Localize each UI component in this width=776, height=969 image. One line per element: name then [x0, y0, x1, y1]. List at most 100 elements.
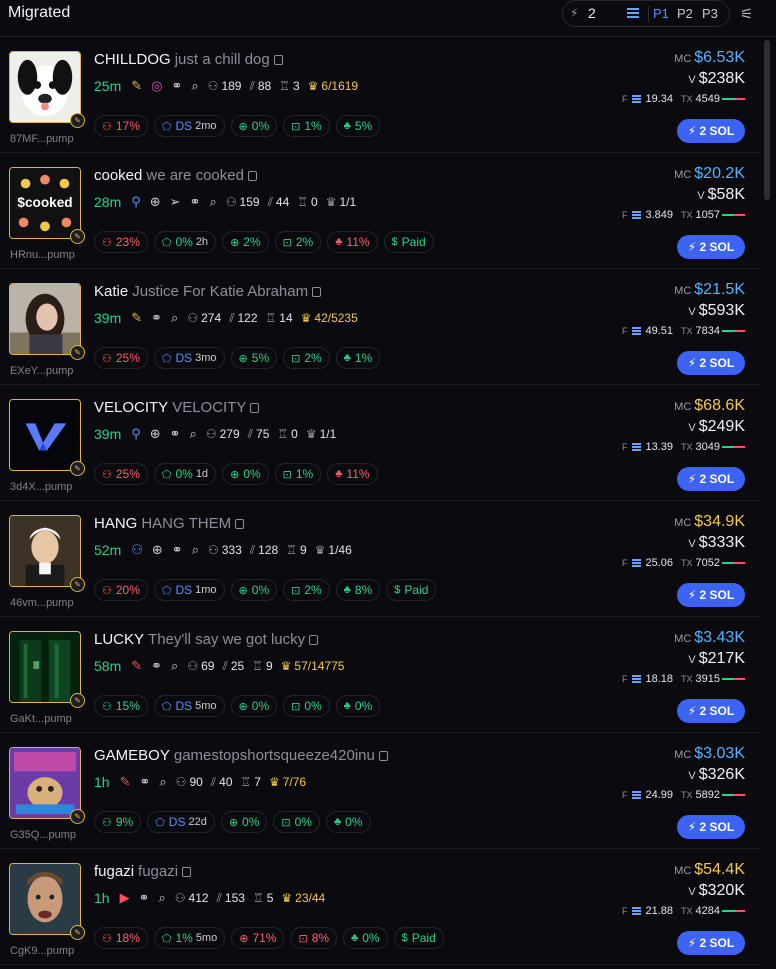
preset-p1-button[interactable]: P1: [653, 6, 669, 21]
feather-icon[interactable]: ✎: [131, 309, 142, 327]
bundle-pill[interactable]: ♣ 8%: [335, 579, 381, 601]
copy-icon[interactable]: [235, 519, 245, 529]
dev-pill[interactable]: ⬠ DS 1mo: [153, 579, 225, 601]
token-address[interactable]: 46vm...pump: [10, 597, 74, 609]
preset-p2-button[interactable]: P2: [677, 6, 693, 21]
quick-buy-button[interactable]: ⚡ 2 SOL: [677, 815, 745, 839]
token-row[interactable]: ✎ 3d4X...pump VELOCITY VELOCITY 39m ⚲ ⊕ ⚭ ⌕ …: [0, 385, 760, 501]
quick-buy-button[interactable]: ⚡ 2 SOL: [677, 235, 745, 259]
token-row[interactable]: ✎ G35Q...pump GAMEBOY gamestopshortsqueez…: [0, 733, 760, 849]
search-icon[interactable]: ⌕: [159, 773, 166, 791]
quick-buy-settings[interactable]: ⚡ 2 P1 P2 P3: [562, 0, 730, 27]
insider-pill[interactable]: ⊡ 1%: [274, 463, 322, 485]
dev-pill[interactable]: ⬠ DS 5mo: [153, 695, 225, 717]
top10-pill[interactable]: ⚇ 23%: [94, 231, 148, 253]
copy-icon[interactable]: [378, 751, 388, 761]
copy-icon[interactable]: [250, 403, 260, 413]
preset-p3-button[interactable]: P3: [702, 6, 718, 21]
insider-pill[interactable]: ⊡ 8%: [290, 927, 338, 949]
bundle-pill[interactable]: ♣ 0%: [335, 695, 381, 717]
token-row[interactable]: ✎ CgK9...pump fugazi fugazi 1h ▶ ⚭ ⌕ ⚇ 412 ⫽…: [0, 849, 760, 965]
token-avatar[interactable]: [9, 631, 81, 703]
dev-pill[interactable]: ⬠ DS 3mo: [153, 347, 225, 369]
filter-settings-icon[interactable]: ⚟: [740, 5, 753, 23]
bundle-pill[interactable]: ♣ 0%: [343, 927, 388, 949]
token-row[interactable]: ✎ EXeY...pump Katie Justice For Katie Abr…: [0, 269, 760, 385]
token-avatar[interactable]: [9, 863, 81, 935]
copy-icon[interactable]: [182, 867, 192, 877]
top10-pill[interactable]: ⚇ 25%: [94, 347, 148, 369]
token-avatar[interactable]: [9, 515, 81, 587]
feather-red-icon[interactable]: ✎: [120, 773, 131, 791]
token-ticker[interactable]: HANG: [94, 515, 137, 532]
token-address[interactable]: 87MF...pump: [10, 133, 74, 145]
token-avatar[interactable]: [9, 747, 81, 819]
link-icon[interactable]: ⚭: [172, 541, 183, 559]
token-address[interactable]: CgK9...pump: [10, 945, 74, 957]
link-icon[interactable]: ⚭: [190, 193, 201, 211]
sniper-pill[interactable]: ⊕ 2%: [222, 231, 269, 253]
quick-buy-button[interactable]: ⚡ 2 SOL: [677, 351, 745, 375]
token-ticker[interactable]: GAMEBOY: [94, 747, 170, 764]
token-ticker[interactable]: cooked: [94, 167, 142, 184]
top10-pill[interactable]: ⚇ 20%: [94, 579, 148, 601]
sniper-pill[interactable]: ⊕ 0%: [220, 811, 268, 833]
instagram-icon[interactable]: ◎: [151, 77, 162, 95]
search-icon[interactable]: ⌕: [191, 77, 198, 95]
search-icon[interactable]: ⌕: [171, 657, 178, 675]
token-ticker[interactable]: VELOCITY: [94, 399, 168, 416]
search-icon[interactable]: ⌕: [190, 425, 197, 443]
token-address[interactable]: GaKt...pump: [10, 713, 72, 725]
token-ticker[interactable]: Katie: [94, 283, 128, 300]
paid-pill[interactable]: $ Paid: [386, 579, 437, 601]
top10-pill[interactable]: ⚇ 18%: [94, 927, 148, 949]
globe-icon[interactable]: ⊕: [150, 425, 161, 443]
user-icon[interactable]: ⚲: [131, 193, 141, 211]
token-avatar[interactable]: $cooked: [9, 167, 81, 239]
top10-pill[interactable]: ⚇ 15%: [94, 695, 148, 717]
dev-pill[interactable]: ⬠ 0% 1d: [153, 463, 217, 485]
insider-pill[interactable]: ⊡ 0%: [273, 811, 320, 833]
telegram-icon[interactable]: ➢: [170, 193, 181, 211]
copy-icon[interactable]: [273, 55, 283, 65]
dev-pill[interactable]: ⬠ 1% 5mo: [153, 927, 226, 949]
paid-pill[interactable]: $ Paid: [383, 231, 434, 253]
link-icon[interactable]: ⚭: [151, 309, 162, 327]
token-ticker[interactable]: fugazi: [94, 863, 134, 880]
link-icon[interactable]: ⚭: [171, 77, 182, 95]
insider-pill[interactable]: ⊡ 1%: [283, 115, 330, 137]
sniper-pill[interactable]: ⊕ 71%: [231, 927, 285, 949]
sniper-pill[interactable]: ⊕ 0%: [230, 579, 278, 601]
feather-red-icon[interactable]: ✎: [131, 657, 142, 675]
copy-icon[interactable]: [309, 635, 319, 645]
link-icon[interactable]: ⚭: [151, 657, 162, 675]
quick-buy-button[interactable]: ⚡ 2 SOL: [677, 699, 745, 723]
copy-icon[interactable]: [247, 171, 257, 181]
copy-icon[interactable]: [312, 287, 322, 297]
quick-buy-button[interactable]: ⚡ 2 SOL: [677, 119, 745, 143]
search-icon[interactable]: ⌕: [209, 193, 216, 211]
token-row[interactable]: ✎ 87MF...pump CHILLDOG just a chill dog 2…: [0, 37, 760, 153]
token-ticker[interactable]: CHILLDOG: [94, 51, 171, 68]
token-row[interactable]: ✎ 46vm...pump HANG HANG THEM 52m ⚇ ⊕ ⚭ ⌕ ⚇ 33…: [0, 501, 760, 617]
quick-buy-button[interactable]: ⚡ 2 SOL: [677, 467, 745, 491]
top10-pill[interactable]: ⚇ 25%: [94, 463, 148, 485]
token-address[interactable]: EXeY...pump: [10, 365, 73, 377]
scrollbar[interactable]: [764, 40, 770, 200]
feather-icon[interactable]: ✎: [131, 77, 142, 95]
bundle-pill[interactable]: ♣ 0%: [325, 811, 371, 833]
link-icon[interactable]: ⚭: [139, 773, 150, 791]
youtube-icon[interactable]: ▶: [120, 889, 130, 907]
token-ticker[interactable]: LUCKY: [94, 631, 144, 648]
insider-pill[interactable]: ⊡ 2%: [283, 347, 330, 369]
search-icon[interactable]: ⌕: [171, 309, 178, 327]
bundle-pill[interactable]: ♣ 11%: [327, 463, 378, 485]
bundle-pill[interactable]: ♣ 11%: [327, 231, 378, 253]
link-icon[interactable]: ⚭: [170, 425, 181, 443]
bundle-pill[interactable]: ♣ 5%: [335, 115, 381, 137]
token-address[interactable]: 3d4X...pump: [10, 481, 72, 493]
top10-pill[interactable]: ⚇ 17%: [94, 115, 148, 137]
bundle-pill[interactable]: ♣ 1%: [335, 347, 381, 369]
dev-pill[interactable]: ⬠ 0% 2h: [153, 231, 217, 253]
user-icon[interactable]: ⚲: [131, 425, 141, 443]
